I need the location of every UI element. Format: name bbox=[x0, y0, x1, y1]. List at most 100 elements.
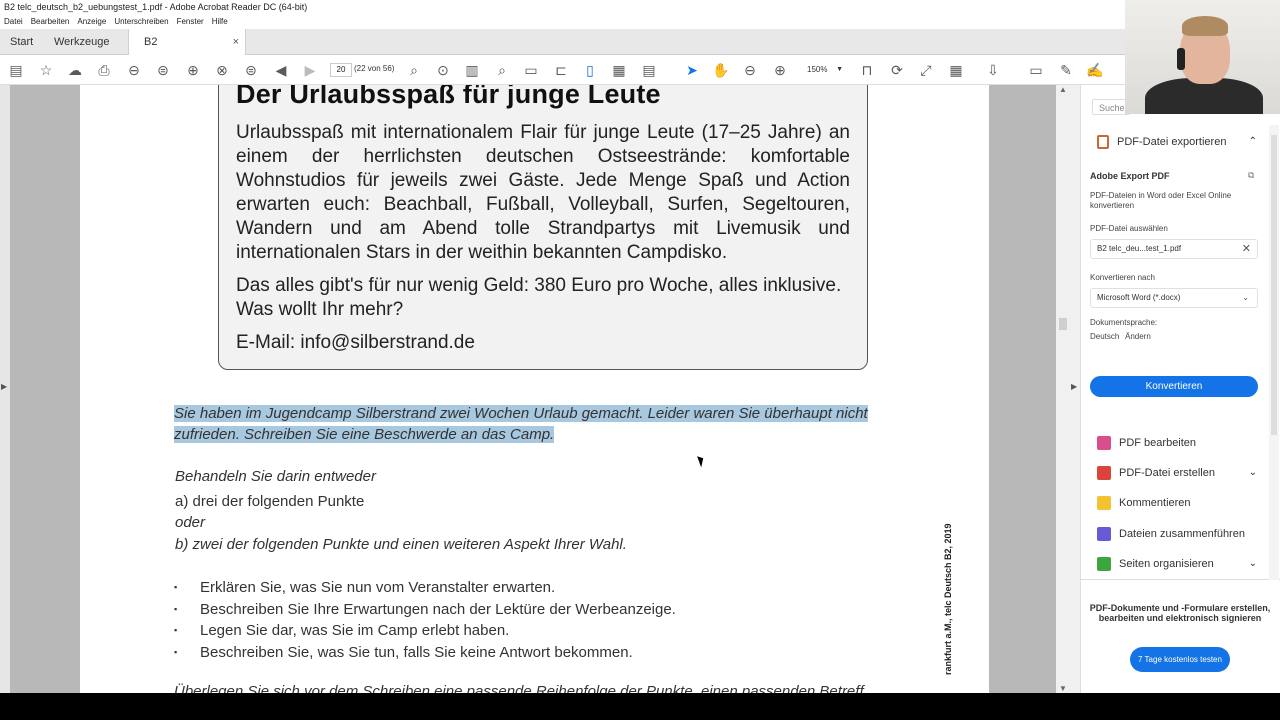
task-highlight: Sie haben im Jugendcamp Silberstrand zwe… bbox=[174, 405, 868, 443]
menu-edit[interactable]: Bearbeiten bbox=[31, 15, 70, 29]
export-icon[interactable]: ▭ bbox=[521, 60, 541, 80]
bullet-dot: ▪ bbox=[174, 625, 178, 635]
export-pdf-header[interactable]: PDF-Datei exportieren ⌃ bbox=[1097, 134, 1257, 150]
side-credit: rankfurt a.M., telc Deutsch B2, 2019 bbox=[943, 523, 953, 675]
tab-bar: Start Werkzeuge B2 telc_deutsch_b2... × bbox=[0, 29, 1125, 74]
search-doc-icon[interactable]: ⌕ bbox=[492, 60, 512, 80]
page-count: (22 von 56) bbox=[354, 64, 395, 73]
instruction-option-a: a) drei der folgenden Punkte bbox=[175, 493, 365, 510]
comment-icon[interactable]: ▭ bbox=[1026, 60, 1046, 80]
zoom-in-icon[interactable]: ⊕ bbox=[770, 60, 790, 80]
bullet-list: ▪ Erklären Sie, was Sie nun vom Veranstal… bbox=[174, 577, 676, 663]
list-item: ▪ Erklären Sie, was Sie nun vom Veranstal… bbox=[174, 577, 676, 599]
menu-view[interactable]: Anzeige bbox=[77, 15, 106, 29]
list-item: ▪ Beschreiben Sie, was Sie tun, falls Sie… bbox=[174, 642, 676, 664]
webcam-person-hair bbox=[1182, 16, 1228, 36]
find-icon[interactable]: ⌕ bbox=[404, 60, 424, 80]
bullet-text: Beschreiben Sie Ihre Erwartungen nach de… bbox=[200, 600, 676, 618]
selected-file-field[interactable]: B2 telc_deu...test_1.pdf ✕ bbox=[1090, 239, 1258, 259]
tab-home[interactable]: Start bbox=[10, 29, 33, 55]
document-scrollbar[interactable]: ▲ ▼ bbox=[1056, 85, 1070, 693]
scrollbar-thumb[interactable] bbox=[1059, 318, 1067, 330]
convert-format-select[interactable]: Microsoft Word (*.docx) ⌄ bbox=[1090, 288, 1258, 308]
bullet-text: Beschreiben Sie, was Sie tun, falls Sie … bbox=[200, 643, 633, 661]
zoom-value: 150% bbox=[807, 65, 828, 74]
two-page-icon[interactable]: ▦ bbox=[609, 60, 629, 80]
forward-icon[interactable]: ▶ bbox=[300, 60, 320, 80]
convert-button[interactable]: Konvertieren bbox=[1090, 376, 1258, 397]
tool-create-pdf[interactable]: PDF-Datei erstellen ⌄ bbox=[1097, 464, 1257, 482]
tool-combine-files[interactable]: Dateien zusammenführen bbox=[1097, 525, 1257, 543]
tab-tools[interactable]: Werkzeuge bbox=[54, 29, 109, 55]
language-change-link[interactable]: Ändern bbox=[1125, 332, 1151, 342]
headset-icon bbox=[1177, 48, 1185, 70]
page-view-icon[interactable]: ▯ bbox=[580, 60, 600, 80]
task-text: Sie haben im Jugendcamp Silberstrand zwe… bbox=[174, 403, 894, 445]
panel-scrollbar[interactable] bbox=[1269, 125, 1279, 580]
bookmark-star-icon[interactable]: ☆ bbox=[36, 60, 56, 80]
panel-scrollbar-thumb[interactable] bbox=[1271, 135, 1277, 435]
ad-body: Urlaubsspaß mit internationalem Flair fü… bbox=[236, 122, 850, 263]
fit-icon[interactable]: ▥ bbox=[462, 60, 482, 80]
menu-window[interactable]: Fenster bbox=[177, 15, 204, 29]
bullet-text: Legen Sie dar, was Sie im Camp erlebt ha… bbox=[200, 622, 510, 639]
document-viewport[interactable]: Der Urlaubsspaß für junge Leute Urlaubss… bbox=[0, 85, 1070, 693]
left-panel-toggle[interactable]: ▶ bbox=[0, 85, 10, 693]
scroll-icon[interactable]: ⊜ bbox=[153, 60, 173, 80]
bottom-bar bbox=[0, 693, 1280, 720]
right-panel-toggle[interactable]: ▶ bbox=[1070, 85, 1080, 693]
bullet-dot: ▪ bbox=[174, 582, 178, 592]
sign-icon[interactable]: ✍ bbox=[1085, 60, 1105, 80]
pdf-page: Der Urlaubsspaß für junge Leute Urlaubss… bbox=[80, 85, 989, 693]
scroll-up-icon[interactable]: ▲ bbox=[1059, 85, 1067, 94]
free-trial-button[interactable]: 7 Tage kostenlos testen bbox=[1130, 647, 1230, 672]
trailing-text: Überlegen Sie sich vor dem Schreiben ein… bbox=[174, 683, 868, 693]
page-nav-icon[interactable]: ⊜ bbox=[241, 60, 261, 80]
zoom-select[interactable]: 150% ▼ bbox=[797, 63, 847, 77]
tool-edit-pdf[interactable]: PDF bearbeiten bbox=[1097, 434, 1257, 452]
chevron-down-icon: ⌄ bbox=[1248, 558, 1257, 569]
menu-file[interactable]: Datei bbox=[4, 15, 23, 29]
close-icon[interactable]: × bbox=[233, 29, 239, 55]
edit-pdf-icon bbox=[1097, 436, 1111, 451]
chevron-down-icon: ▼ bbox=[836, 66, 843, 73]
page-up-icon[interactable]: ⊕ bbox=[183, 60, 203, 80]
page-number-input[interactable]: 20 bbox=[330, 63, 352, 77]
compress-icon[interactable]: ⊏ bbox=[551, 60, 571, 80]
clear-icon[interactable]: ✕ bbox=[1242, 240, 1251, 258]
print-icon[interactable]: ⎙ bbox=[94, 60, 114, 80]
organize-pages-icon bbox=[1097, 557, 1111, 572]
zoom-out-icon[interactable]: ⊖ bbox=[740, 60, 760, 80]
tab-document[interactable]: B2 telc_deutsch_b2... × bbox=[128, 29, 246, 74]
chevron-up-icon: ⌃ bbox=[1248, 136, 1257, 147]
zoom-icon[interactable]: ⊙ bbox=[433, 60, 453, 80]
upload-icon[interactable]: ☁ bbox=[65, 60, 85, 80]
download-icon[interactable]: ⇩ bbox=[983, 60, 1003, 80]
menu-help[interactable]: Hilfe bbox=[212, 15, 228, 29]
tool-comment[interactable]: Kommentieren bbox=[1097, 494, 1257, 512]
grid-icon[interactable]: ▦ bbox=[946, 60, 966, 80]
export-pdf-icon bbox=[1097, 135, 1109, 150]
select-icon[interactable]: ➤ bbox=[682, 60, 702, 80]
zoom-search-icon[interactable]: ⊖ bbox=[124, 60, 144, 80]
fullscreen-icon[interactable]: ⤢ bbox=[916, 60, 936, 80]
crop-icon[interactable]: ⊓ bbox=[857, 60, 877, 80]
service-description: PDF-Dateien in Word oder Excel Online ko… bbox=[1090, 191, 1232, 210]
page-down-icon[interactable]: ⊗ bbox=[212, 60, 232, 80]
back-icon[interactable]: ◀ bbox=[271, 60, 291, 80]
scroll-down-icon[interactable]: ▼ bbox=[1059, 684, 1067, 693]
tool-organize-pages[interactable]: Seiten organisieren ⌄ bbox=[1097, 555, 1257, 573]
save-icon[interactable]: ▤ bbox=[6, 60, 26, 80]
webcam-overlay bbox=[1125, 0, 1280, 114]
rotate-icon[interactable]: ⟳ bbox=[887, 60, 907, 80]
ad-price: Das alles gibt's für nur wenig Geld: 380… bbox=[236, 275, 842, 320]
pen-icon[interactable]: ✎ bbox=[1056, 60, 1076, 80]
copy-icon[interactable]: ⧉ bbox=[1248, 170, 1254, 181]
hand-icon[interactable]: ✋ bbox=[711, 60, 731, 80]
chevron-down-icon: ⌄ bbox=[1248, 467, 1257, 478]
tool-label: PDF-Datei erstellen bbox=[1119, 467, 1215, 479]
menu-sign[interactable]: Unterschreiben bbox=[114, 15, 168, 29]
panel-divider bbox=[1080, 579, 1280, 580]
scroll-mode-icon[interactable]: ▤ bbox=[639, 60, 659, 80]
bullet-text: Erklären Sie, was Sie nun vom Veranstalt… bbox=[200, 579, 556, 596]
